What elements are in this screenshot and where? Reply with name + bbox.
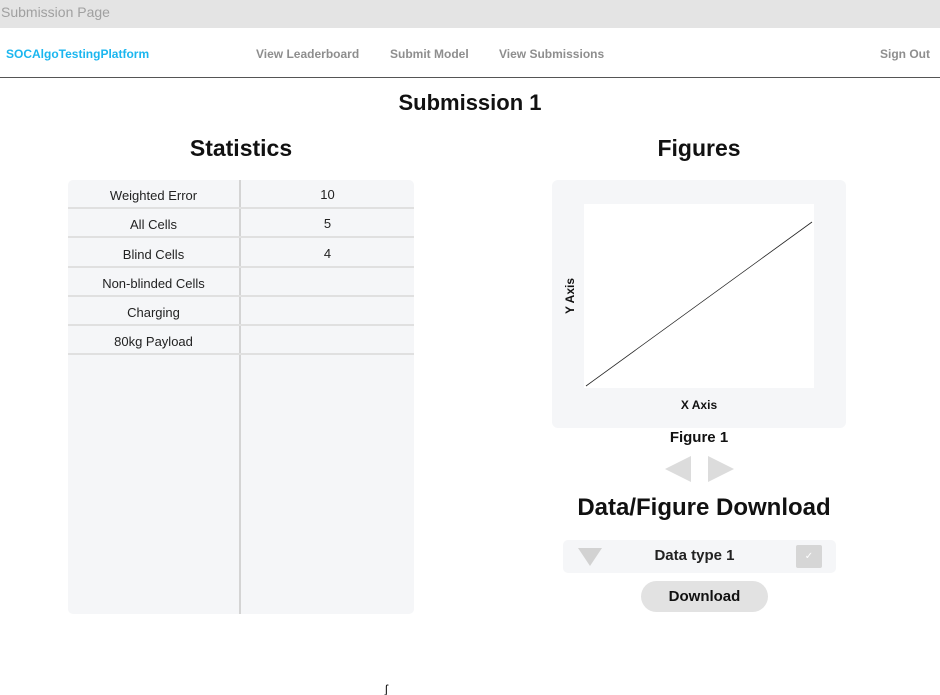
stat-label: Blind Cells <box>122 247 185 262</box>
table-row: Blind Cells 4 <box>68 239 414 268</box>
table-row: Weighted Error 10 <box>68 180 414 209</box>
table-row: 80kg Payload <box>68 326 414 355</box>
figure-caption: Figure 1 <box>669 429 729 446</box>
stat-label: Charging <box>127 305 180 320</box>
nav-view-submissions[interactable]: View Submissions <box>499 47 604 61</box>
download-button[interactable]: Download <box>641 581 768 612</box>
table-row: Charging <box>68 297 414 326</box>
statistics-table: Weighted Error 10 All Cells 5 Blind Cell… <box>68 180 414 614</box>
nav-submit-model[interactable]: Submit Model <box>390 47 469 61</box>
window-title: Submission Page <box>0 0 940 28</box>
stat-label: All Cells <box>130 217 177 232</box>
stat-value: 5 <box>323 216 332 231</box>
stray-glyph: ʃ <box>385 682 388 695</box>
figure-plot <box>584 204 814 388</box>
next-figure-arrow-icon[interactable] <box>708 456 734 482</box>
table-row: Non-blinded Cells <box>68 268 414 297</box>
nav-view-leaderboard[interactable]: View Leaderboard <box>256 47 359 61</box>
y-axis-label: Y Axis <box>563 277 577 315</box>
stat-value: 4 <box>323 246 332 261</box>
figure-panel: Y Axis X Axis <box>552 180 846 428</box>
sign-out-link[interactable]: Sign Out <box>880 47 930 61</box>
stat-value: 10 <box>320 187 335 202</box>
navbar: SOCAlgoTestingPlatform View Leaderboard … <box>0 28 940 78</box>
figures-heading: Figures <box>657 135 741 161</box>
page-title: Submission 1 <box>398 90 542 115</box>
checkbox-icon[interactable]: ✓ <box>796 545 822 568</box>
statistics-heading: Statistics <box>189 135 293 161</box>
stat-label: 80kg Payload <box>114 334 193 349</box>
stat-label: Non-blinded Cells <box>102 276 205 291</box>
plot-area <box>584 204 814 388</box>
x-axis-label: X Axis <box>680 398 718 412</box>
stat-label: Weighted Error <box>109 188 198 203</box>
brand-logo-link[interactable]: SOCAlgoTestingPlatform <box>6 47 149 61</box>
table-row: All Cells 5 <box>68 209 414 238</box>
previous-figure-arrow-icon[interactable] <box>665 456 691 482</box>
data-type-select[interactable]: Data type 1 ✓ <box>563 540 836 573</box>
download-heading: Data/Figure Download <box>577 494 831 521</box>
data-type-selected-value: Data type 1 <box>654 547 735 564</box>
